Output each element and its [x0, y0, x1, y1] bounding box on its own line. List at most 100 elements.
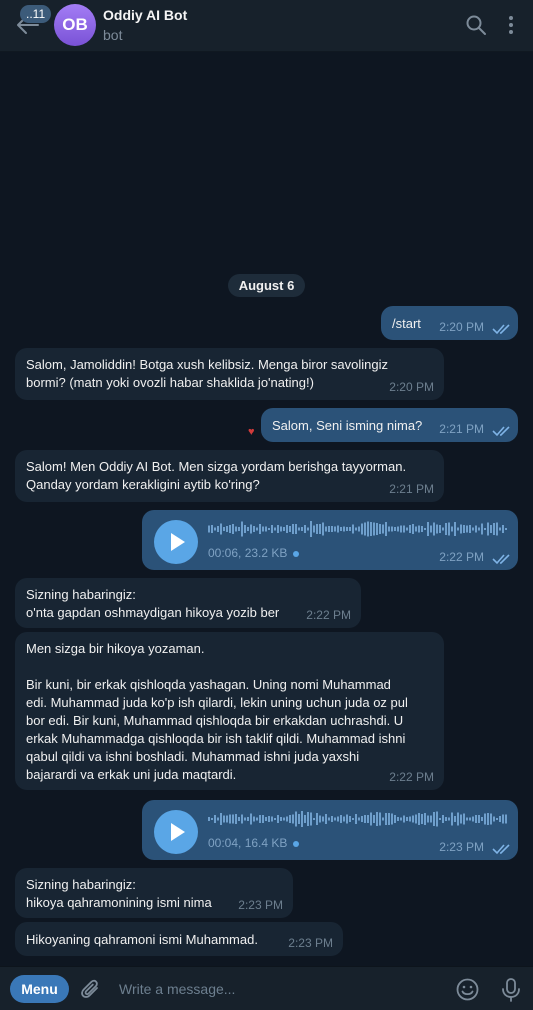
waveform-bar [463, 813, 465, 825]
waveform-bar [460, 524, 462, 534]
double-check-icon [492, 844, 510, 855]
waveform-bar [283, 817, 285, 821]
waveform-bar [430, 525, 432, 533]
waveform-bar [325, 814, 327, 824]
waveform-bar [217, 817, 219, 821]
waveform-bar [367, 815, 369, 823]
waveform-bar [277, 525, 279, 533]
attach-icon[interactable] [80, 977, 102, 1001]
waveform-bar [253, 816, 255, 822]
waveform-bar [301, 527, 303, 531]
waveform-bar [295, 811, 297, 827]
waveform-bar [493, 523, 495, 535]
voice-message[interactable]: 00:06, 23.2 KB 2:22 PM [142, 510, 518, 570]
waveform-bar [352, 524, 354, 534]
waveform-bar [262, 815, 264, 823]
search-icon[interactable] [464, 13, 488, 37]
waveform-bar [439, 525, 441, 533]
incoming-message[interactable]: Men sizga bir hikoya yozaman. Bir kuni, … [15, 632, 444, 790]
waveform-bar [466, 817, 468, 821]
waveform-bar [430, 815, 432, 823]
waveform-bar [241, 814, 243, 824]
message-input[interactable]: Write a message... [119, 981, 235, 997]
waveform-bar [469, 525, 471, 533]
waveform-bar [433, 522, 435, 536]
emoji-icon[interactable] [456, 978, 479, 1001]
waveform-bar [496, 522, 498, 536]
more-vertical-icon[interactable] [499, 13, 523, 37]
incoming-message[interactable]: Salom! Men Oddiy AI Bot. Men sizga yorda… [15, 450, 444, 502]
waveform[interactable] [208, 520, 508, 538]
incoming-message[interactable]: Hikoyaning qahramoni ismi Muhammad. 2:23… [15, 922, 343, 956]
waveform-bar [379, 812, 381, 826]
play-button[interactable] [154, 810, 198, 854]
waveform-bar [382, 524, 384, 534]
chat-title[interactable]: Oddiy AI Bot [103, 7, 187, 23]
outgoing-message[interactable]: /start 2:20 PM [381, 306, 518, 340]
play-icon [171, 533, 185, 551]
waveform-bar [211, 525, 213, 533]
waveform-bar [235, 526, 237, 532]
waveform-bar [412, 524, 414, 534]
play-icon [171, 823, 185, 841]
waveform-bar [388, 813, 390, 825]
waveform-bar [427, 522, 429, 536]
voice-message[interactable]: 00:04, 16.4 KB 2:23 PM [142, 800, 518, 860]
waveform-bar [361, 523, 363, 535]
waveform-bar [292, 524, 294, 534]
incoming-message[interactable]: Sizning habaringiz: hikoya qahramonining… [15, 868, 293, 918]
message-time: 2:23 PM [238, 898, 283, 912]
waveform-bar [292, 814, 294, 824]
message-time: 2:23 PM [288, 936, 333, 950]
waveform[interactable] [208, 810, 508, 828]
waveform-bar [268, 528, 270, 530]
waveform-bar [499, 527, 501, 531]
waveform-bar [373, 815, 375, 823]
waveform-bar [217, 526, 219, 532]
message-text: Hikoyaning qahramoni ismi Muhammad. [26, 932, 258, 947]
incoming-message[interactable]: Salom, Jamoliddin! Botga xush kelibsiz. … [15, 348, 444, 400]
waveform-bar [457, 527, 459, 531]
waveform-bar [355, 814, 357, 824]
waveform-bar [307, 527, 309, 531]
menu-button[interactable]: Menu [10, 975, 69, 1003]
waveform-bar [442, 815, 444, 823]
message-time: 2:20 PM [439, 320, 484, 334]
waveform-bar [391, 813, 393, 825]
waveform-bar [298, 527, 300, 531]
unplayed-dot [293, 840, 300, 847]
waveform-bar [409, 816, 411, 822]
avatar[interactable]: OB [54, 4, 96, 46]
waveform-bar [436, 811, 438, 827]
waveform-bar [250, 524, 252, 534]
microphone-icon[interactable] [500, 977, 522, 1003]
waveform-bar [442, 527, 444, 531]
heart-icon: ♥ [248, 426, 255, 438]
waveform-bar [370, 522, 372, 536]
waveform-bar [331, 816, 333, 822]
waveform-bar [259, 524, 261, 534]
waveform-bar [247, 527, 249, 531]
waveform-bar [367, 521, 369, 537]
waveform-bar [424, 528, 426, 530]
waveform-bar [325, 526, 327, 532]
waveform-bar [400, 817, 402, 821]
waveform-bar [346, 814, 348, 824]
play-button[interactable] [154, 520, 198, 564]
waveform-bar [229, 525, 231, 533]
composer-bar: Menu Write a message... [0, 966, 533, 1010]
outgoing-message[interactable]: Salom, Seni isming nima? 2:21 PM [261, 408, 518, 442]
waveform-bar [352, 818, 354, 820]
waveform-bar [418, 813, 420, 825]
waveform-bar [403, 525, 405, 533]
voice-meta: 00:06, 23.2 KB [208, 544, 300, 562]
chat-header: ..11 OB Oddiy AI Bot bot [0, 0, 533, 52]
incoming-message[interactable]: Sizning habaringiz: o'nta gapdan oshmayd… [15, 578, 361, 628]
waveform-bar [385, 813, 387, 825]
waveform-bar [415, 814, 417, 824]
chat-subtitle: bot [103, 27, 123, 43]
waveform-bar [289, 815, 291, 823]
waveform-bar [439, 818, 441, 820]
waveform-bar [463, 525, 465, 533]
waveform-bar [235, 814, 237, 824]
